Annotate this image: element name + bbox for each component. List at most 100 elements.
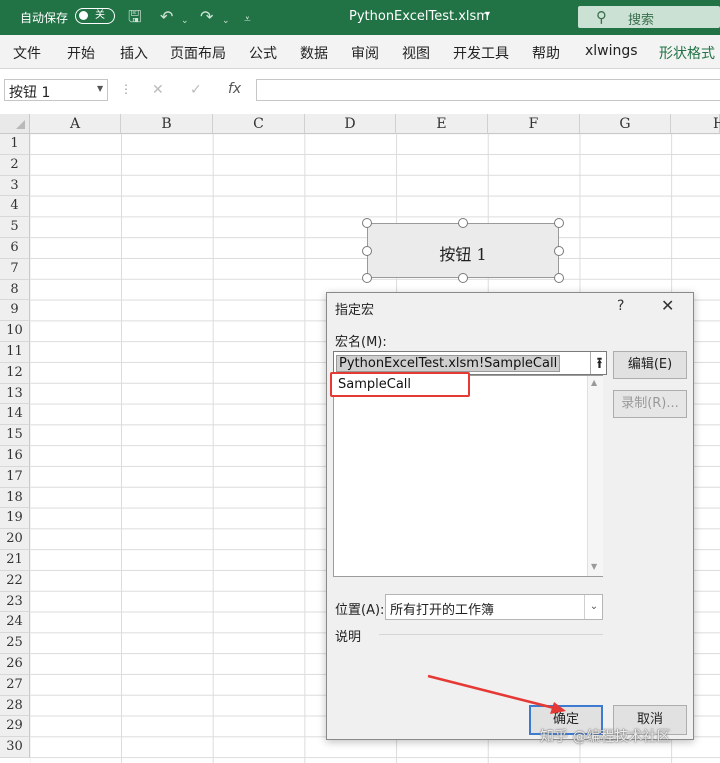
- row-header[interactable]: 28: [0, 695, 30, 717]
- select-all-icon: [16, 120, 25, 129]
- list-item[interactable]: SampleCall: [330, 372, 470, 397]
- form-button[interactable]: 按钮 1: [367, 223, 559, 278]
- tab-insert[interactable]: 插入: [120, 43, 148, 63]
- row-header[interactable]: 2: [0, 154, 30, 176]
- tab-page-layout[interactable]: 页面布局: [170, 43, 226, 63]
- description-divider: [379, 634, 603, 635]
- row-header[interactable]: 4: [0, 196, 30, 218]
- tab-xlwings[interactable]: xlwings: [585, 43, 638, 59]
- row-header[interactable]: 23: [0, 591, 30, 613]
- row-header[interactable]: 24: [0, 612, 30, 634]
- row-header[interactable]: 30: [0, 737, 30, 758]
- row-header[interactable]: 12: [0, 362, 30, 384]
- row-header[interactable]: 8: [0, 279, 30, 301]
- location-select[interactable]: 所有打开的工作簿 ⌄: [385, 594, 603, 620]
- assign-macro-dialog: 指定宏 ? ✕ 宏名(M): PythonExcelTest.xlsm!Samp…: [326, 292, 694, 740]
- resize-handle[interactable]: [458, 218, 468, 228]
- row-header[interactable]: 6: [0, 238, 30, 259]
- row-header[interactable]: 26: [0, 654, 30, 675]
- description-label: 说明: [335, 630, 362, 645]
- column-header[interactable]: E: [396, 114, 488, 134]
- column-header[interactable]: G: [580, 114, 671, 134]
- tab-formulas[interactable]: 公式: [249, 43, 277, 63]
- column-header[interactable]: F: [488, 114, 580, 134]
- save-icon[interactable]: 🖫: [128, 8, 142, 26]
- macro-list[interactable]: ▲ ▼ SampleCall: [330, 372, 603, 577]
- column-header[interactable]: A: [30, 114, 121, 134]
- record-button[interactable]: 录制(R)...: [613, 390, 687, 418]
- tab-help[interactable]: 帮助: [532, 43, 560, 63]
- row-header[interactable]: 14: [0, 404, 30, 426]
- row-header[interactable]: 18: [0, 487, 30, 509]
- cancel-icon[interactable]: ✕: [152, 82, 164, 98]
- row-header[interactable]: 25: [0, 633, 30, 654]
- row-header[interactable]: 7: [0, 258, 30, 280]
- more-options-icon: ⋮: [120, 82, 132, 96]
- autosave-toggle[interactable]: 关: [75, 8, 115, 24]
- row-header[interactable]: 1: [0, 134, 30, 155]
- row-header[interactable]: 5: [0, 217, 30, 238]
- select-all-corner[interactable]: [0, 114, 30, 134]
- help-icon[interactable]: ?: [617, 298, 624, 314]
- edit-button[interactable]: 编辑(E): [613, 351, 687, 379]
- tab-developer[interactable]: 开发工具: [453, 43, 509, 63]
- autosave-state: 关: [95, 10, 105, 21]
- formula-bar: 按钮 1 ▼ ⋮ ✕ ✓ fx: [0, 69, 720, 113]
- tab-home[interactable]: 开始: [67, 43, 95, 63]
- redo-dropdown-icon[interactable]: ⌄: [222, 12, 230, 30]
- close-icon[interactable]: ✕: [661, 296, 674, 315]
- row-header[interactable]: 13: [0, 383, 30, 405]
- autosave-label: 自动保存: [20, 11, 69, 25]
- row-header[interactable]: 16: [0, 446, 30, 467]
- check-icon[interactable]: ✓: [190, 82, 202, 98]
- chevron-down-icon[interactable]: ▼: [97, 84, 103, 93]
- resize-handle[interactable]: [458, 273, 468, 283]
- undo-dropdown-icon[interactable]: ⌄: [181, 12, 189, 30]
- resize-handle[interactable]: [554, 246, 564, 256]
- chevron-down-icon[interactable]: ▾: [485, 9, 490, 20]
- tab-shape-format[interactable]: 形状格式: [659, 43, 715, 63]
- resize-handle[interactable]: [362, 218, 372, 228]
- collapse-dialog-icon[interactable]: ⭱: [590, 352, 608, 374]
- row-header[interactable]: 11: [0, 342, 30, 363]
- column-header[interactable]: D: [305, 114, 396, 134]
- row-header[interactable]: 20: [0, 529, 30, 550]
- search-box[interactable]: ⚲ 搜索: [578, 6, 720, 28]
- resize-handle[interactable]: [362, 273, 372, 283]
- resize-handle[interactable]: [554, 218, 564, 228]
- row-header[interactable]: 10: [0, 321, 30, 342]
- undo-icon[interactable]: ↶: [160, 8, 173, 26]
- name-box[interactable]: 按钮 1 ▼: [4, 79, 108, 101]
- insert-function-icon[interactable]: fx: [228, 81, 241, 97]
- row-header[interactable]: 3: [0, 175, 30, 197]
- formula-input[interactable]: [256, 79, 720, 101]
- tab-data[interactable]: 数据: [300, 43, 328, 63]
- chevron-down-icon[interactable]: ⌄: [584, 595, 603, 619]
- row-header[interactable]: 22: [0, 570, 30, 592]
- list-scrollbar[interactable]: ▲ ▼: [587, 376, 603, 576]
- column-header[interactable]: B: [121, 114, 213, 134]
- row-header[interactable]: 17: [0, 466, 30, 488]
- column-header[interactable]: H: [671, 114, 720, 134]
- resize-handle[interactable]: [554, 273, 564, 283]
- tab-file[interactable]: 文件: [13, 43, 41, 63]
- tab-review[interactable]: 审阅: [351, 43, 379, 63]
- name-box-value: 按钮 1: [9, 85, 51, 101]
- row-header[interactable]: 27: [0, 674, 30, 696]
- dialog-title: 指定宏: [335, 303, 375, 318]
- tab-view[interactable]: 视图: [402, 43, 430, 63]
- file-title: PythonExcelTest.xlsm: [349, 9, 489, 24]
- redo-icon[interactable]: ↷: [200, 8, 213, 26]
- column-header[interactable]: C: [213, 114, 305, 134]
- row-header[interactable]: 9: [0, 300, 30, 322]
- row-header[interactable]: 21: [0, 550, 30, 571]
- scroll-down-icon[interactable]: ▼: [591, 562, 597, 571]
- resize-handle[interactable]: [362, 246, 372, 256]
- row-header[interactable]: 19: [0, 508, 30, 530]
- scroll-up-icon[interactable]: ▲: [591, 378, 597, 387]
- location-label: 位置(A):: [335, 603, 385, 618]
- form-button-label: 按钮 1: [439, 245, 487, 264]
- row-header[interactable]: 15: [0, 425, 30, 446]
- row-header[interactable]: 29: [0, 716, 30, 738]
- customize-qat-icon[interactable]: ⩡: [244, 10, 251, 28]
